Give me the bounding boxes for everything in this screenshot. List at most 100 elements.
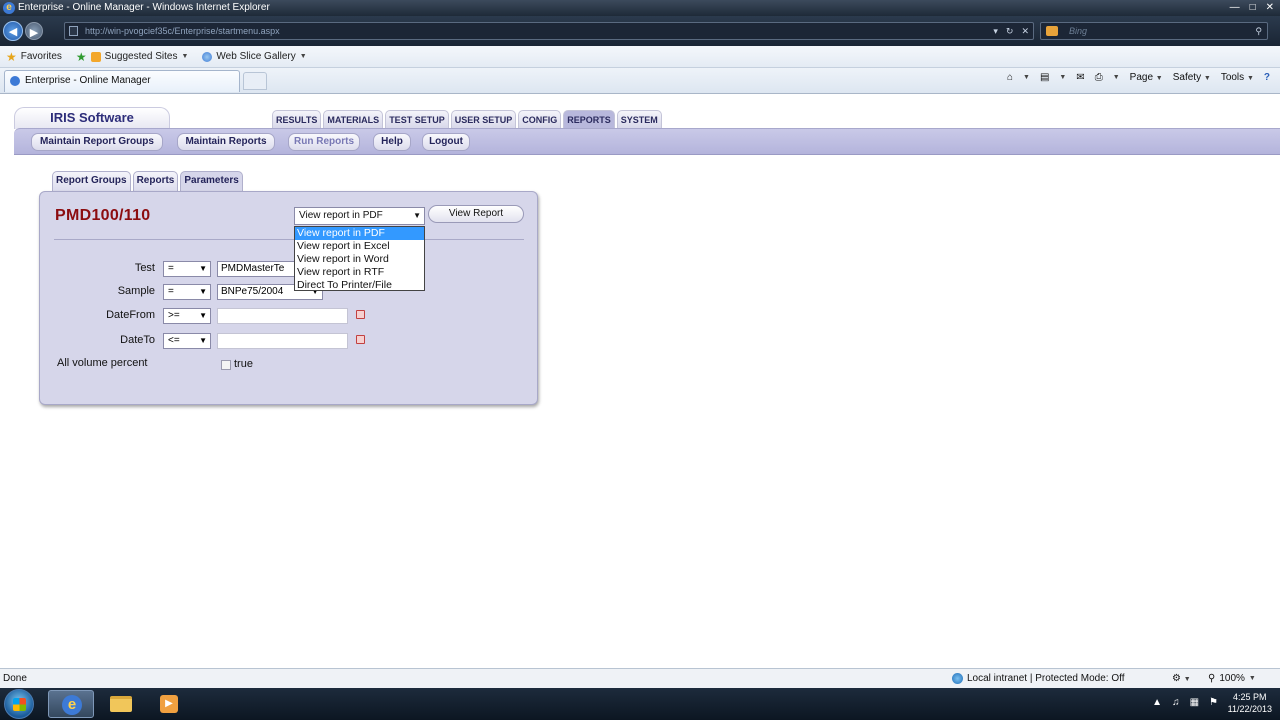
- security-zone[interactable]: Local intranet | Protected Mode: Off: [952, 669, 1125, 688]
- taskbar-clock[interactable]: 4:25 PM 11/22/2013: [1228, 691, 1272, 715]
- back-button[interactable]: ◀: [3, 21, 23, 41]
- new-tab-button[interactable]: [243, 72, 267, 90]
- option-excel[interactable]: View report in Excel: [295, 240, 424, 253]
- dateto-input[interactable]: [217, 333, 348, 349]
- ie-logo-icon: e: [3, 2, 15, 14]
- calendar-icon[interactable]: [356, 335, 365, 344]
- option-rtf[interactable]: View report in RTF: [295, 266, 424, 279]
- tab-results[interactable]: RESULTS: [272, 110, 322, 128]
- help-icon[interactable]: ?: [1264, 72, 1270, 83]
- folder-icon: [110, 696, 132, 712]
- taskbar-media-button[interactable]: ▶: [146, 690, 192, 718]
- intranet-globe-icon: [952, 673, 963, 684]
- refresh-icon[interactable]: ↻: [1006, 23, 1014, 39]
- page-icon: [69, 26, 78, 36]
- url-text: http://win-pvogcief35c/Enterprise/startm…: [85, 26, 280, 36]
- view-report-button[interactable]: View Report: [428, 205, 524, 223]
- browser-tab[interactable]: Enterprise - Online Manager: [4, 70, 240, 92]
- datefrom-input[interactable]: [217, 308, 348, 324]
- action-center-icon[interactable]: ⚑: [1209, 697, 1218, 708]
- tab-materials[interactable]: MATERIALS: [323, 110, 384, 128]
- mail-icon[interactable]: ✉: [1076, 72, 1084, 83]
- windows-logo-icon: [13, 698, 26, 711]
- all-volume-percent-label: All volume percent: [57, 357, 148, 369]
- main-nav-tabs: RESULTS MATERIALS TEST SETUP USER SETUP …: [272, 110, 662, 128]
- tab-reports-list[interactable]: Reports: [132, 171, 179, 191]
- address-row: ◀ ▶ http://win-pvogcief35c/Enterprise/st…: [0, 16, 1280, 46]
- all-volume-percent-checkbox[interactable]: [221, 360, 231, 370]
- sample-label: Sample: [117, 285, 155, 297]
- volume-icon[interactable]: ♫: [1172, 697, 1180, 708]
- chevron-down-icon: ▼: [413, 211, 421, 220]
- tab-test-setup[interactable]: TEST SETUP: [385, 110, 449, 128]
- dropdown-arrow-icon[interactable]: ▾: [993, 23, 998, 39]
- chevron-down-icon: ▼: [199, 336, 207, 345]
- calendar-icon[interactable]: [356, 310, 365, 319]
- tab-parameters[interactable]: Parameters: [180, 171, 243, 191]
- chevron-down-icon[interactable]: ▼: [1023, 74, 1030, 81]
- page-menu[interactable]: Page ▼: [1130, 72, 1163, 83]
- stop-icon[interactable]: ✕: [1021, 23, 1029, 39]
- chevron-down-icon: ▼: [199, 264, 207, 273]
- network-icon[interactable]: ▦: [1190, 697, 1199, 708]
- taskbar-explorer-button[interactable]: [98, 690, 144, 718]
- chevron-down-icon: ▼: [199, 287, 207, 296]
- maintain-reports-button[interactable]: Maintain Reports: [177, 133, 275, 151]
- bing-icon: [1046, 26, 1058, 36]
- chevron-down-icon[interactable]: ▼: [1113, 74, 1120, 81]
- feeds-icon[interactable]: ▤: [1040, 72, 1049, 83]
- address-bar[interactable]: http://win-pvogcief35c/Enterprise/startm…: [64, 22, 1034, 40]
- print-icon[interactable]: ⎙: [1095, 72, 1103, 83]
- help-button[interactable]: Help: [373, 133, 411, 151]
- view-format-select[interactable]: View report in PDF ▼: [294, 207, 425, 225]
- zoom-control[interactable]: ⚲ 100% ▼: [1208, 669, 1256, 688]
- option-pdf[interactable]: View report in PDF: [295, 227, 424, 240]
- maximize-button[interactable]: □: [1250, 0, 1256, 16]
- tools-menu[interactable]: Tools ▼: [1221, 72, 1254, 83]
- windows-taskbar: e ▶ ▲ ♫ ▦ ⚑ 4:25 PM 11/22/2013: [0, 688, 1280, 720]
- tab-config[interactable]: CONFIG: [518, 110, 562, 128]
- divider: [54, 239, 524, 240]
- chevron-down-icon: ▼: [1248, 675, 1256, 682]
- start-button[interactable]: [4, 689, 34, 719]
- datefrom-label: DateFrom: [106, 309, 155, 321]
- web-slice-icon: [202, 51, 213, 62]
- search-placeholder: Bing: [1069, 26, 1088, 36]
- add-favorite-icon: ★: [75, 49, 87, 64]
- protected-mode-icon[interactable]: ⚙ ▼: [1172, 669, 1191, 689]
- chevron-down-icon[interactable]: ▼: [1059, 74, 1066, 81]
- search-box[interactable]: Bing ⚲: [1040, 22, 1268, 40]
- show-hidden-icons-icon[interactable]: ▲: [1152, 697, 1162, 708]
- home-icon[interactable]: ⌂: [1007, 72, 1013, 83]
- datefrom-operator-select[interactable]: >= ▼: [163, 308, 211, 324]
- tab-report-groups[interactable]: Report Groups: [52, 171, 131, 191]
- tab-user-setup[interactable]: USER SETUP: [450, 110, 517, 128]
- safety-menu[interactable]: Safety ▼: [1173, 72, 1211, 83]
- panel-tabs: Report Groups Reports Parameters: [52, 171, 243, 191]
- sample-operator-select[interactable]: = ▼: [163, 284, 211, 300]
- tab-system[interactable]: SYSTEM: [616, 110, 662, 128]
- forward-button[interactable]: ▶: [25, 22, 43, 40]
- run-reports-button[interactable]: Run Reports: [288, 133, 360, 151]
- suggested-sites-link[interactable]: ★ Suggested Sites ▼: [76, 50, 189, 64]
- test-operator-select[interactable]: = ▼: [163, 261, 211, 277]
- close-button[interactable]: ✕: [1266, 0, 1274, 16]
- report-title: PMD100/110: [55, 207, 151, 224]
- page-content: IRIS Software RESULTS MATERIALS TEST SET…: [0, 95, 1280, 667]
- taskbar-ie-button[interactable]: e: [48, 690, 94, 718]
- brand-logo: IRIS Software: [14, 107, 170, 129]
- tab-reports[interactable]: REPORTS: [563, 110, 615, 128]
- chevron-down-icon: ▼: [299, 53, 307, 60]
- option-printer[interactable]: Direct To Printer/File: [295, 279, 424, 292]
- dateto-operator-select[interactable]: <= ▼: [163, 333, 211, 349]
- minimize-button[interactable]: —: [1230, 0, 1240, 16]
- favorites-button[interactable]: ★ Favorites: [6, 50, 62, 64]
- status-text: Done: [3, 673, 27, 684]
- web-slice-gallery-link[interactable]: Web Slice Gallery ▼: [202, 51, 307, 62]
- maintain-report-groups-button[interactable]: Maintain Report Groups: [31, 133, 163, 151]
- zoom-icon: ⚲: [1208, 673, 1216, 684]
- option-word[interactable]: View report in Word: [295, 253, 424, 266]
- logout-button[interactable]: Logout: [422, 133, 470, 151]
- view-format-dropdown: View report in PDF View report in Excel …: [294, 226, 425, 291]
- search-icon[interactable]: ⚲: [1255, 23, 1262, 39]
